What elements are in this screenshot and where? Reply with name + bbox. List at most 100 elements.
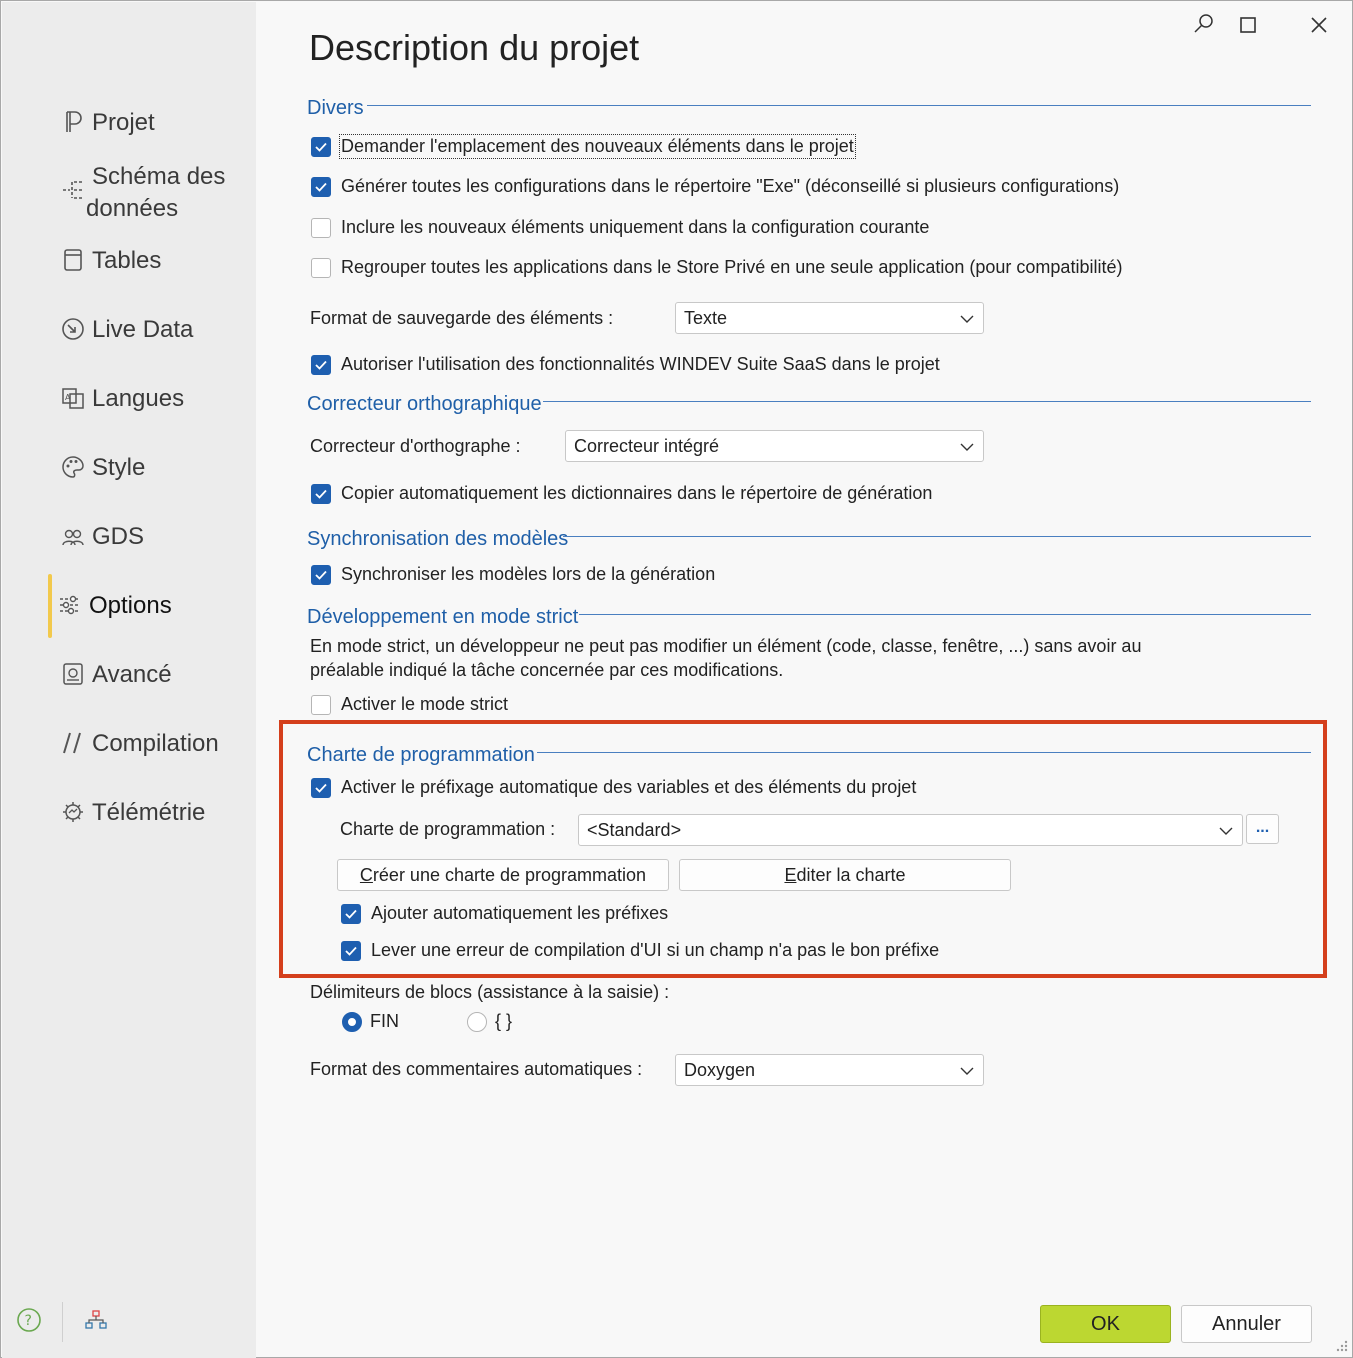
footer-separator: [62, 1302, 63, 1342]
sidebar-item-live-data[interactable]: Live Data: [60, 314, 193, 346]
sidebar-item-label: Langues: [92, 385, 185, 412]
sidebar: Projet Schéma des données Tables Live Da…: [2, 2, 256, 1358]
section-divider: [367, 105, 1311, 106]
sidebar-item-telemetrie[interactable]: Télémétrie: [60, 797, 205, 829]
project-description-window: Projet Schéma des données Tables Live Da…: [0, 0, 1353, 1358]
active-indicator: [48, 574, 52, 638]
checkbox-checked[interactable]: [311, 483, 331, 504]
save-format-select[interactable]: Texte: [675, 302, 984, 334]
checkbox-checked[interactable]: [311, 136, 331, 157]
sidebar-item-label: Live Data: [92, 316, 194, 343]
sidebar-item-options[interactable]: Options: [57, 590, 172, 622]
section-divider: [543, 401, 1311, 402]
checkbox-checked[interactable]: [341, 940, 361, 961]
sidebar-item-gds[interactable]: GDS: [60, 521, 144, 553]
sidebar-item-schema[interactable]: Schéma des données: [60, 161, 225, 225]
spell-checker-value: Correcteur intégré: [574, 435, 720, 456]
tables-icon: [60, 247, 86, 273]
schema-icon: [60, 177, 86, 203]
ok-button[interactable]: OK: [1040, 1305, 1171, 1343]
network-icon[interactable]: [83, 1307, 109, 1338]
checkbox-unchecked[interactable]: [311, 257, 331, 278]
option-label: Activer le préfixage automatique des var…: [341, 777, 917, 797]
checkbox-checked[interactable]: [341, 903, 361, 924]
advanced-icon: [60, 661, 86, 687]
option-include-current-config[interactable]: Inclure les nouveaux éléments uniquement…: [311, 217, 929, 238]
checkbox-unchecked[interactable]: [311, 217, 331, 238]
option-label: Activer le mode strict: [341, 694, 509, 714]
spell-checker-select[interactable]: Correcteur intégré: [565, 430, 984, 462]
sidebar-item-langues[interactable]: A Langues: [60, 383, 184, 415]
sidebar-item-label: Style: [92, 454, 146, 481]
option-saas[interactable]: Autoriser l'utilisation des fonctionnali…: [311, 354, 940, 375]
checkbox-unchecked[interactable]: [311, 694, 331, 715]
create-charter-button[interactable]: Créer une charte de programmation: [337, 859, 669, 891]
comments-format-select[interactable]: Doxygen: [675, 1054, 984, 1086]
chevron-down-icon: [1219, 827, 1233, 835]
sidebar-item-projet[interactable]: Projet: [60, 107, 155, 139]
save-format-value: Texte: [684, 307, 728, 328]
accelerator-letter: C: [359, 864, 373, 885]
option-label: Demander l'emplacement des nouveaux élém…: [339, 134, 856, 159]
search-icon[interactable]: [1189, 11, 1217, 39]
sidebar-item-label: Avancé: [92, 661, 172, 688]
option-group-store[interactable]: Regrouper toutes les applications dans l…: [311, 257, 1122, 278]
sidebar-item-tables[interactable]: Tables: [60, 245, 161, 277]
cancel-button[interactable]: Annuler: [1181, 1305, 1312, 1343]
sidebar-item-label: Options: [89, 592, 172, 619]
option-label: Inclure les nouveaux éléments uniquement…: [341, 217, 930, 237]
radio-braces[interactable]: { }: [467, 1011, 512, 1032]
option-ask-location[interactable]: Demander l'emplacement des nouveaux élém…: [311, 134, 856, 159]
close-icon[interactable]: [1305, 11, 1333, 39]
charter-select[interactable]: <Standard>: [578, 814, 1243, 846]
strict-description-line2: préalable indiqué la tâche concernée par…: [310, 660, 784, 680]
section-title-spell: Correcteur orthographique: [307, 393, 542, 415]
edit-charter-button[interactable]: Editer la charte: [679, 859, 1011, 891]
sidebar-item-compilation[interactable]: Compilation: [60, 728, 219, 760]
charter-value: <Standard>: [587, 819, 682, 840]
option-ui-compile-error[interactable]: Lever une erreur de compilation d'UI si …: [341, 940, 939, 961]
sidebar-item-label: Compilation: [92, 730, 219, 757]
help-icon[interactable]: ?: [16, 1307, 42, 1338]
button-label: réer une charte de programmation: [372, 864, 647, 885]
checkbox-checked[interactable]: [311, 564, 331, 585]
maximize-icon[interactable]: [1234, 11, 1262, 39]
option-sync-models[interactable]: Synchroniser les modèles lors de la géné…: [311, 564, 715, 585]
sidebar-item-label: Tables: [92, 247, 162, 274]
charter-label: Charte de programmation :: [340, 819, 556, 839]
telemetry-icon: [60, 799, 86, 825]
option-add-prefixes[interactable]: Ajouter automatiquement les préfixes: [341, 903, 668, 924]
options-icon: [57, 592, 83, 618]
option-copy-dictionaries[interactable]: Copier automatiquement les dictionnaires…: [311, 483, 932, 504]
sidebar-item-label: Schéma des: [92, 163, 226, 190]
charter-more-button[interactable]: ...: [1246, 814, 1279, 844]
accelerator-letter: E: [784, 864, 797, 885]
radio-fin[interactable]: FIN: [342, 1011, 399, 1032]
option-generate-exe[interactable]: Générer toutes les configurations dans l…: [311, 176, 1119, 197]
sidebar-item-style[interactable]: Style: [60, 452, 145, 484]
option-auto-prefixing[interactable]: Activer le préfixage automatique des var…: [311, 777, 916, 798]
resize-grip-icon[interactable]: [1333, 1337, 1349, 1358]
save-format-label: Format de sauvegarde des éléments :: [310, 308, 614, 328]
checkbox-checked[interactable]: [311, 176, 331, 197]
option-label: Synchroniser les modèles lors de la géné…: [341, 564, 716, 584]
option-label: Ajouter automatiquement les préfixes: [371, 903, 669, 923]
sidebar-item-label: GDS: [92, 523, 145, 550]
checkbox-checked[interactable]: [311, 777, 331, 798]
svg-text:?: ?: [25, 1313, 32, 1329]
checkbox-checked[interactable]: [311, 354, 331, 375]
radio-selected[interactable]: [342, 1011, 362, 1032]
radio-label: FIN: [370, 1011, 399, 1031]
option-activate-strict[interactable]: Activer le mode strict: [311, 694, 508, 715]
sidebar-item-avance[interactable]: Avancé: [60, 659, 172, 691]
radio-unselected[interactable]: [467, 1011, 487, 1032]
section-title-divers: Divers: [307, 97, 364, 119]
section-divider: [537, 752, 1311, 753]
strict-description-line1: En mode strict, un développeur ne peut p…: [310, 636, 1142, 656]
comments-format-value: Doxygen: [684, 1059, 756, 1080]
spell-checker-label: Correcteur d'orthographe :: [310, 436, 521, 456]
radio-label: { }: [495, 1011, 513, 1031]
team-icon: [60, 523, 86, 549]
svg-text:A: A: [65, 393, 71, 402]
chevron-down-icon: [960, 1067, 974, 1075]
